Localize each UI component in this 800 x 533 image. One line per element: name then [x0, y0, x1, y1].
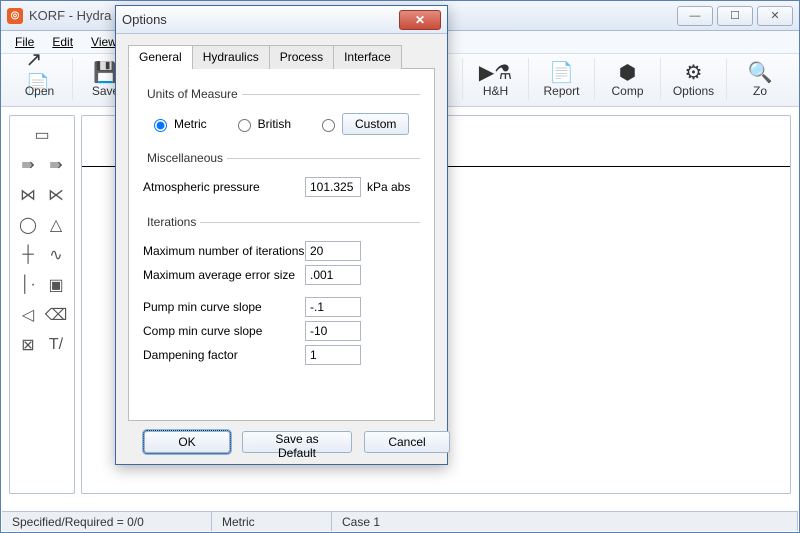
palette-net-right[interactable]: ⋉	[42, 180, 70, 210]
status-units: Metric	[212, 512, 332, 531]
toolbar-options-label: Options	[673, 84, 714, 98]
options-dialog: Options ✕ General Hydraulics Process Int…	[115, 5, 448, 465]
atm-label: Atmospheric pressure	[143, 180, 305, 194]
toolbar-hh-label: H&H	[483, 84, 508, 98]
zoom-icon: 🔍	[746, 60, 774, 84]
iter-legend: Iterations	[143, 215, 200, 229]
tab-process[interactable]: Process	[269, 45, 334, 69]
dialog-close-button[interactable]: ✕	[399, 10, 441, 30]
tab-panel-general: Units of Measure Metric British Custom M…	[128, 69, 435, 421]
palette-feed-arrow[interactable]: ⇛	[14, 150, 42, 180]
toolbar-report[interactable]: 📄 Report	[529, 58, 595, 100]
dialog-button-row: OK Save as Default Cancel	[128, 421, 435, 453]
cancel-button[interactable]: Cancel	[364, 431, 450, 453]
statusbar: Specified/Required = 0/0 Metric Case 1	[2, 511, 798, 531]
gear-icon: ⚙	[680, 60, 708, 84]
palette-wave[interactable]: ∿	[42, 240, 70, 270]
radio-british-label: British	[258, 117, 291, 131]
flask2-icon: ▶⚗	[482, 60, 510, 84]
custom-units-button[interactable]: Custom	[342, 113, 409, 135]
units-legend: Units of Measure	[143, 87, 242, 101]
toolbar-options[interactable]: ⚙ Options	[661, 58, 727, 100]
radio-british-input[interactable]	[238, 119, 251, 132]
app-icon: ◎	[7, 8, 23, 24]
comp-label: Comp min curve slope	[143, 324, 305, 338]
damp-label: Dampening factor	[143, 348, 305, 362]
max-err-label: Maximum average error size	[143, 268, 305, 282]
radio-metric[interactable]: Metric	[149, 116, 207, 132]
tab-hydraulics[interactable]: Hydraulics	[192, 45, 270, 69]
misc-group: Miscellaneous Atmospheric pressure kPa a…	[143, 151, 420, 205]
max-err-input[interactable]	[305, 265, 361, 285]
palette-text[interactable]: T/	[42, 330, 70, 360]
palette-pro-arrow[interactable]: ⇛	[42, 150, 70, 180]
max-iter-input[interactable]	[305, 241, 361, 261]
toolbar-hh[interactable]: ▶⚗ H&H	[463, 58, 529, 100]
palette-arrow-left[interactable]: ◁	[14, 300, 42, 330]
comp-slope-input[interactable]	[305, 321, 361, 341]
window-close-button[interactable]: ✕	[757, 6, 793, 26]
radio-custom[interactable]: Custom	[317, 113, 409, 135]
units-group: Units of Measure Metric British Custom	[143, 87, 420, 141]
status-case: Case 1	[332, 512, 798, 531]
tab-general[interactable]: General	[128, 45, 193, 69]
misc-legend: Miscellaneous	[143, 151, 227, 165]
dialog-titlebar[interactable]: Options ✕	[116, 6, 447, 34]
report-icon: 📄	[548, 60, 576, 84]
palette-tap[interactable]: ┼	[14, 240, 42, 270]
palette-triangle[interactable]: △	[42, 210, 70, 240]
toolbar-report-label: Report	[543, 84, 579, 98]
palette-square[interactable]: ▣	[42, 270, 70, 300]
toolbar-zoom-label: Zo	[753, 84, 767, 98]
radio-metric-input[interactable]	[154, 119, 167, 132]
pump-slope-input[interactable]	[305, 297, 361, 317]
pump-label: Pump min curve slope	[143, 300, 305, 314]
toolbar-comp-label: Comp	[611, 84, 643, 98]
window-minimize-button[interactable]: —	[677, 6, 713, 26]
palette-circle[interactable]: ◯	[14, 210, 42, 240]
atm-pressure-input[interactable]	[305, 177, 361, 197]
dialog-title: Options	[122, 12, 399, 27]
radio-custom-input[interactable]	[322, 119, 335, 132]
ok-button[interactable]: OK	[144, 431, 230, 453]
palette-rect[interactable]: ▭	[14, 120, 70, 150]
max-iter-label: Maximum number of iterations	[143, 244, 305, 258]
tool-palette: ▭ ⇛ ⇛ ⋈ ⋉ ◯ △ ┼ ∿ │· ▣ ◁ ⌫ ⊠ T/	[9, 115, 75, 494]
toolbar-open-label: Open	[25, 84, 54, 98]
toolbar-comp[interactable]: ⬢ Comp	[595, 58, 661, 100]
palette-net-left[interactable]: ⋈	[14, 180, 42, 210]
toolbar-zoom[interactable]: 🔍 Zo	[727, 58, 793, 100]
tab-interface[interactable]: Interface	[333, 45, 402, 69]
comp-icon: ⬢	[614, 60, 642, 84]
window-maximize-button[interactable]: ☐	[717, 6, 753, 26]
palette-cross[interactable]: ⊠	[14, 330, 42, 360]
dialog-tabs: General Hydraulics Process Interface	[128, 44, 435, 69]
toolbar-open[interactable]: ↗📄 Open	[7, 58, 73, 100]
palette-valve[interactable]: ⌫	[42, 300, 70, 330]
radio-british[interactable]: British	[233, 116, 291, 132]
damp-factor-input[interactable]	[305, 345, 361, 365]
atm-unit: kPa abs	[367, 180, 410, 194]
status-spec: Specified/Required = 0/0	[2, 512, 212, 531]
save-default-button[interactable]: Save as Default	[242, 431, 352, 453]
open-icon: ↗📄	[26, 60, 54, 84]
radio-metric-label: Metric	[174, 117, 207, 131]
palette-line[interactable]: │·	[14, 270, 42, 300]
iter-group: Iterations Maximum number of iterations …	[143, 215, 420, 373]
